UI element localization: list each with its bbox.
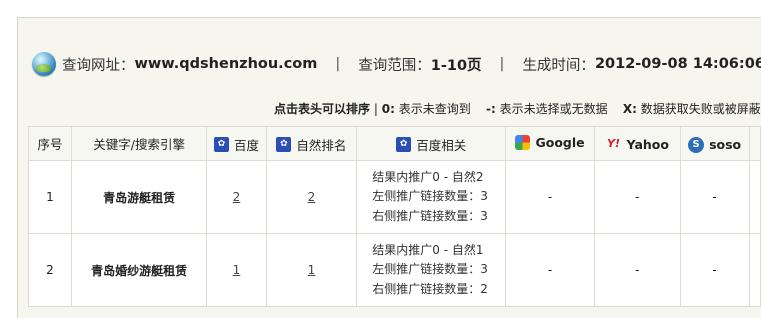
legend-dash-text: 表示未选择或无数据: [499, 102, 608, 116]
row-related-stats: 结果内推广0 - 自然2 左侧推广链接数量：3 右侧推广链接数量：3: [356, 160, 507, 234]
table-row: 2 青岛婚纱游艇租赁 1 1 结果内推广0 - 自然1 左侧推广链接数量：3 右…: [28, 233, 761, 307]
table-row: 1 青岛游艇租赁 2 2 结果内推广0 - 自然2 左侧推广链接数量：3 右侧推…: [28, 160, 761, 234]
header-yahoo[interactable]: Y! Yahoo: [593, 126, 681, 161]
legend-separator: |: [373, 102, 378, 116]
row-baidu-link[interactable]: 2: [233, 190, 241, 204]
row-index: 2: [28, 233, 72, 307]
time-label: 生成时间：: [522, 57, 595, 74]
row-overflow: [748, 233, 761, 307]
row-yahoo: -: [593, 160, 681, 234]
header-overflow: [748, 126, 761, 161]
header-baidu-related[interactable]: ✿ 百度相关: [356, 126, 507, 161]
header-baidu-label: 百度: [233, 137, 259, 153]
stat-line: 结果内推广0 - 自然2: [372, 169, 484, 184]
header-baidu-related-label: 百度相关: [416, 137, 467, 153]
legend-zero-key: 0:: [381, 102, 395, 116]
stat-line: 结果内推广0 - 自然1: [372, 242, 484, 257]
row-related-stats: 结果内推广0 - 自然1 左侧推广链接数量：3 右侧推广链接数量：2: [356, 233, 507, 307]
row-natural-rank-link[interactable]: 2: [308, 190, 316, 204]
header-google[interactable]: Google: [505, 126, 595, 161]
google-icon: [515, 134, 531, 150]
row-keyword: 青岛婚纱游艇租赁: [70, 233, 208, 307]
row-baidu-link[interactable]: 1: [233, 263, 241, 277]
time-value: 2012-09-08 14:06:06: [594, 56, 761, 72]
sort-hint: 点击表头可以排序: [274, 102, 371, 116]
row-index: 1: [28, 160, 72, 234]
row-baidu-cell: 2: [206, 160, 267, 234]
baidu-paw-icon: ✿: [396, 136, 412, 152]
baidu-paw-icon: ✿: [276, 136, 292, 152]
legend-line: 点击表头可以排序 | 0: 表示未查询到 -: 表示未选择或无数据 X: 数据获…: [274, 100, 761, 117]
stat-line: 右侧推广链接数量：3: [372, 208, 488, 223]
globe-icon: [32, 52, 56, 76]
legend-x-key: X:: [622, 102, 637, 116]
stat-line: 右侧推广链接数量：2: [372, 281, 488, 296]
header-yahoo-label: Yahoo: [626, 136, 669, 152]
soso-icon: S: [688, 136, 705, 153]
query-url-label: 查询网址：: [62, 57, 135, 74]
header-keyword[interactable]: 关键字/搜索引擎: [70, 126, 208, 161]
row-baidu-cell: 1: [206, 233, 267, 307]
header-soso-label: soso: [709, 137, 742, 152]
query-url: www.qdshenzhou.com: [134, 56, 318, 72]
legend-x-text: 数据获取失败或被屏蔽: [640, 102, 761, 116]
separator: |: [499, 56, 505, 72]
header-natural-rank[interactable]: ✿ 自然排名: [265, 126, 358, 161]
baidu-paw-icon: ✿: [213, 136, 229, 152]
header-index[interactable]: 序号: [28, 126, 72, 161]
row-natural-cell: 1: [265, 233, 358, 307]
row-soso: -: [679, 160, 750, 234]
range-label: 查询范围：: [358, 57, 431, 74]
row-natural-rank-link[interactable]: 1: [308, 263, 316, 277]
row-soso: -: [679, 233, 750, 307]
stat-line: 左侧推广链接数量：3: [372, 189, 488, 204]
row-yahoo: -: [593, 233, 681, 307]
rank-table: 序号 关键字/搜索引擎 ✿ 百度 ✿ 自然排名 ✿ 百度相关 Google Y! Yah…: [28, 126, 761, 307]
header-google-label: Google: [535, 134, 585, 150]
legend-zero-text: 表示未查询到: [398, 102, 471, 116]
yahoo-icon: Y!: [607, 137, 621, 151]
header-natural-rank-label: 自然排名: [296, 137, 347, 153]
separator: |: [335, 56, 341, 72]
stat-line: 左侧推广链接数量：3: [372, 262, 488, 277]
row-natural-cell: 2: [265, 160, 358, 234]
header-baidu[interactable]: ✿ 百度: [206, 126, 267, 161]
row-keyword: 青岛游艇租赁: [70, 160, 208, 234]
header-soso[interactable]: Ssoso: [679, 126, 750, 161]
table-header-row: 序号 关键字/搜索引擎 ✿ 百度 ✿ 自然排名 ✿ 百度相关 Google Y! Yah…: [28, 126, 761, 161]
row-google: -: [505, 233, 595, 307]
range-value: 1-10页: [430, 57, 482, 74]
row-google: -: [505, 160, 595, 234]
legend-dash-key: -:: [485, 102, 496, 116]
query-info-bar: 查询网址： www.qdshenzhou.com | 查询范围： 1-10页 |…: [32, 50, 761, 78]
row-overflow: [748, 160, 761, 234]
